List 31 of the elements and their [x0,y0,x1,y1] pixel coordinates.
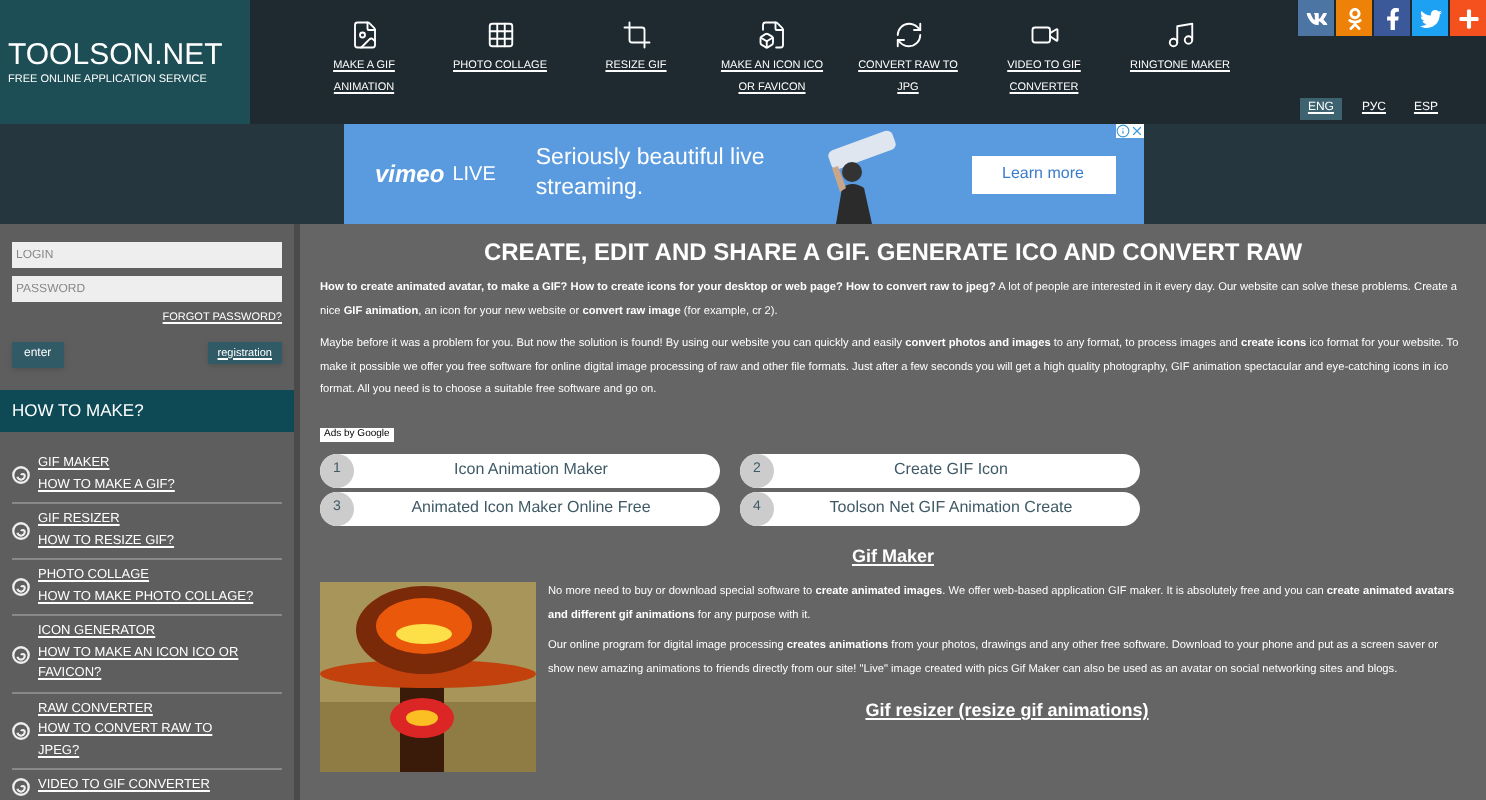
spiral-icon [12,645,30,663]
odnoklassniki-icon [1343,7,1365,29]
spiral-icon [12,722,30,740]
vk-icon [1305,7,1327,29]
spiral-icon [12,466,30,485]
section-heading: Gif resizer (resize gif animations) [863,698,1151,724]
twitter-icon [1419,7,1441,29]
spiral-icon [12,778,30,796]
ad-headline: Seriously beautiful live streaming. [535,144,767,204]
sidebar-title: HOW TO MAKE? [0,390,294,433]
grid-icon [485,20,515,50]
brand-logo: vimeo [375,158,445,192]
page-heading: CREATE, EDIT AND SHARE A GIF. GENERATE ICO AND CONVERT RAW [481,236,1305,268]
live-label: LIVE [452,161,496,189]
ad-info-icon[interactable] [1115,124,1143,138]
refresh-icon [893,20,923,50]
music-note-icon [1165,20,1195,50]
learn-more-button[interactable]: Learn more [971,155,1115,193]
social-button[interactable] [1374,0,1410,36]
facebook-icon [1381,7,1403,29]
file-image-icon [349,20,379,50]
spiral-icon [12,522,30,541]
section-heading: Gif Maker [849,543,936,569]
ad-banner[interactable]: vimeo LIVE Seriously beautiful live streaming. Learn more [343,124,1143,224]
social-button[interactable] [1298,0,1334,36]
social-button[interactable] [1412,0,1448,36]
social-button[interactable] [1450,0,1486,36]
file-icon [757,20,787,50]
spiral-icon [12,578,30,597]
crop-icon [621,20,651,50]
plus-icon [1457,7,1479,29]
